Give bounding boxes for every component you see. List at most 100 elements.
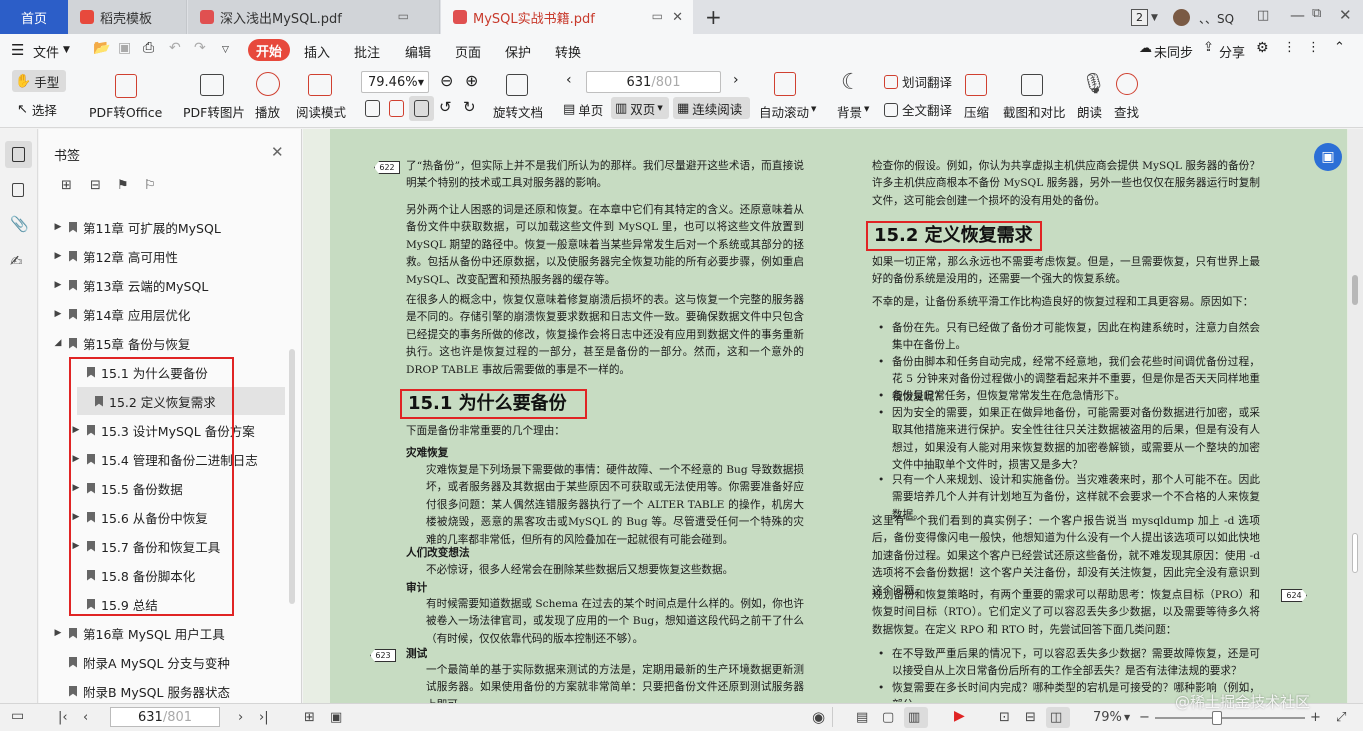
expand-arrow-icon[interactable]: ◢ xyxy=(51,338,65,348)
tab-mysql-dive[interactable]: 深入浅出MySQL.pdf ▭ xyxy=(188,0,440,34)
scroll-thumb[interactable] xyxy=(1352,275,1358,305)
panel-scrollbar[interactable] xyxy=(289,349,295,604)
settings-icon[interactable]: ⚙ xyxy=(1256,40,1269,56)
prev-page-icon[interactable]: ‹ xyxy=(566,72,572,88)
chevron-down-icon[interactable]: ▼ xyxy=(63,45,70,55)
menu-protect[interactable]: 保护 xyxy=(505,42,531,61)
sidebar-toggle-icon[interactable]: ▭ xyxy=(11,708,24,724)
delete-bookmark-icon[interactable]: ⚐ xyxy=(144,178,156,193)
play-button[interactable]: 播放 xyxy=(255,102,280,121)
background-button[interactable]: 背景 xyxy=(837,102,862,121)
pdf-to-office-button[interactable]: PDF转Office xyxy=(89,102,162,121)
expand-arrow-icon[interactable]: ▶ xyxy=(51,628,65,638)
sync-icon[interactable]: ☁ xyxy=(1139,41,1152,56)
chevron-down-icon[interactable]: ▼ xyxy=(1124,713,1130,722)
next-page-icon[interactable]: › xyxy=(733,72,739,88)
expand-arrow-icon[interactable]: ▶ xyxy=(51,309,65,319)
status-page-input[interactable]: 631 /801 xyxy=(110,707,220,727)
tab-mysql-book[interactable]: MySQL实战书籍.pdf ▭ ✕ xyxy=(441,0,693,34)
bookmark-item[interactable]: ▶ 第16章 MySQL 用户工具 xyxy=(39,619,289,647)
read-aloud-button[interactable]: 朗读 xyxy=(1077,102,1102,121)
chevron-down-icon[interactable]: ▽ xyxy=(222,45,229,55)
fullscreen-icon[interactable]: ⤢ xyxy=(1336,710,1346,725)
menu-start[interactable]: 开始 xyxy=(248,39,290,61)
zoom-level[interactable]: 79% xyxy=(1093,710,1122,725)
single-page-button[interactable]: ▤ 单页 xyxy=(563,100,603,119)
compress-button[interactable]: 压缩 xyxy=(964,102,989,121)
bookmark-item[interactable]: ▶ 第13章 云端的MySQL xyxy=(39,271,289,299)
next-page-icon[interactable]: › xyxy=(238,710,243,725)
bookmark-item[interactable]: ▶ 第12章 高可用性 xyxy=(39,242,289,270)
menu-edit[interactable]: 编辑 xyxy=(405,42,431,61)
menu-page[interactable]: 页面 xyxy=(455,42,481,61)
single-view-icon[interactable]: ▢ xyxy=(882,710,894,725)
first-page-icon[interactable]: |‹ xyxy=(58,710,68,725)
zoom-out-button[interactable]: − xyxy=(1139,710,1150,725)
thumbnails-icon[interactable] xyxy=(12,183,24,197)
floating-tool-icon[interactable]: ▣ xyxy=(1314,143,1342,171)
document-scrollbar[interactable] xyxy=(1348,129,1363,703)
view-page-icon[interactable]: ▣ xyxy=(330,710,342,725)
chevron-down-icon[interactable]: ▼ xyxy=(864,105,869,113)
hamburger-icon[interactable]: ☰ xyxy=(11,41,24,59)
bookmark-item[interactable]: ▶ 第11章 可扩展的MySQL xyxy=(39,213,289,241)
menu-insert[interactable]: 插入 xyxy=(304,42,330,61)
select-tool-button[interactable]: ↖ 选择 xyxy=(17,100,57,119)
bookmark-item[interactable]: 附录B MySQL 服务器状态 xyxy=(39,677,289,705)
restore-icon[interactable]: ⧉ xyxy=(1312,6,1321,21)
rotate-doc-button[interactable]: 旋转文档 xyxy=(493,102,543,121)
expand-arrow-icon[interactable]: ▶ xyxy=(51,280,65,290)
chevron-down-icon[interactable]: ▼ xyxy=(1151,13,1158,23)
zoom-out-icon[interactable]: ⊖ xyxy=(440,71,453,90)
tab-docer[interactable]: 稻壳模板 xyxy=(68,0,187,34)
share-icon[interactable]: ⇪ xyxy=(1203,40,1214,55)
menu-convert[interactable]: 转换 xyxy=(555,42,581,61)
fit-page-icon[interactable] xyxy=(389,100,404,117)
print-icon[interactable]: ⎙ xyxy=(143,40,154,56)
unsynced-label[interactable]: 未同步 xyxy=(1154,42,1193,61)
attachment-icon[interactable]: 📎 xyxy=(10,215,29,233)
close-panel-icon[interactable]: ✕ xyxy=(271,143,284,161)
more-icon[interactable]: ⋮ xyxy=(1307,40,1320,55)
auto-scroll-button[interactable]: 自动滚动 xyxy=(759,102,809,121)
play-icon[interactable]: ▶ xyxy=(954,708,965,724)
fit-page-icon[interactable]: ⊡ xyxy=(999,710,1010,725)
hand-tool-button[interactable]: ✋ 手型 xyxy=(12,70,66,92)
full-translate-button[interactable]: 全文翻译 xyxy=(884,100,952,119)
save-icon[interactable]: ▣ xyxy=(118,40,131,56)
expand-arrow-icon[interactable]: ▶ xyxy=(51,222,65,232)
rotate-left-icon[interactable]: ↺ xyxy=(439,98,452,116)
expand-arrow-icon[interactable]: ▶ xyxy=(51,251,65,261)
skin-icon[interactable]: ◫ xyxy=(1257,8,1269,23)
monitor-icon[interactable]: ▭ xyxy=(652,9,663,23)
insert-page-icon[interactable]: ⊞ xyxy=(304,710,315,725)
share-button[interactable]: 分享 xyxy=(1219,42,1245,61)
new-tab-button[interactable]: + xyxy=(705,5,722,29)
bookmark-flag-icon[interactable]: ⚑ xyxy=(117,178,129,193)
window-count-badge[interactable]: 2 xyxy=(1131,9,1148,26)
continuous-read-button[interactable]: ▦ 连续阅读 xyxy=(673,97,750,119)
close-tab-icon[interactable]: ✕ xyxy=(672,10,683,25)
pdf-to-image-button[interactable]: PDF转图片 xyxy=(183,102,245,121)
word-translate-button[interactable]: 划词翻译 xyxy=(884,72,952,91)
page-number-input[interactable]: 631 /801 xyxy=(586,71,721,93)
find-button[interactable]: 查找 xyxy=(1114,102,1139,121)
screenshot-compare-button[interactable]: 截图和对比 xyxy=(1003,102,1066,121)
eye-icon[interactable]: ◉ xyxy=(812,708,825,726)
bookmark-item[interactable]: 附录A MySQL 分支与变种 xyxy=(39,648,289,676)
signature-icon[interactable]: ✍ xyxy=(10,252,28,270)
zoom-in-icon[interactable]: ⊕ xyxy=(465,71,478,90)
last-page-icon[interactable]: ›| xyxy=(259,710,269,725)
continuous-view-icon[interactable]: ▤ xyxy=(856,710,868,725)
chevron-down-icon[interactable]: ▼ xyxy=(811,105,816,113)
tab-home[interactable]: 首页 xyxy=(0,0,68,34)
zoom-in-button[interactable]: + xyxy=(1310,710,1321,725)
monitor-icon[interactable]: ▭ xyxy=(398,9,409,23)
add-child-bookmark-icon[interactable]: ⊟ xyxy=(90,178,101,193)
undo-icon[interactable]: ↶ xyxy=(169,40,181,56)
menu-file[interactable]: 文件 xyxy=(33,42,59,61)
close-window-icon[interactable]: ✕ xyxy=(1339,6,1352,24)
collapse-ribbon-icon[interactable]: ⌃ xyxy=(1334,40,1345,55)
more-icon[interactable]: ⋮ xyxy=(1283,40,1296,55)
zoom-slider[interactable] xyxy=(1155,717,1305,719)
